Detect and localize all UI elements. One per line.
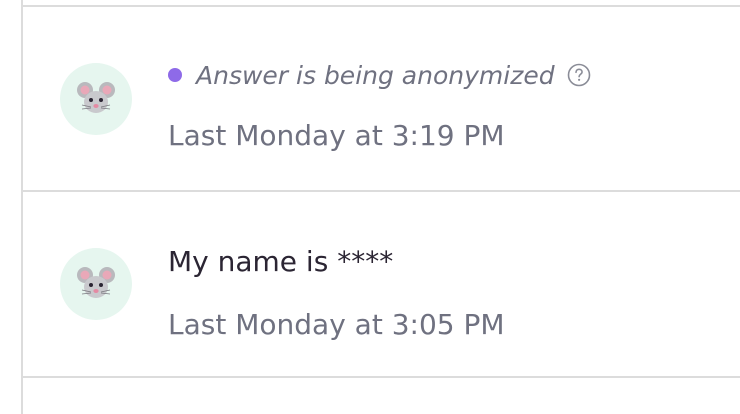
status-line: Answer is being anonymized [168, 57, 591, 93]
status-dot-icon [168, 68, 182, 82]
feed-entry: Answer is being anonymized Last Monday a… [23, 7, 740, 191]
feed-divider-bottom [23, 376, 740, 378]
entry-content: Answer is being anonymized Last Monday a… [168, 57, 591, 153]
activity-feed: Answer is being anonymized Last Monday a… [0, 0, 740, 414]
mouse-icon [77, 82, 115, 113]
status-text: Answer is being anonymized [196, 60, 555, 90]
mouse-icon [77, 267, 115, 298]
entry-timestamp: Last Monday at 3:05 PM [168, 308, 505, 341]
feed-entry: My name is **** Last Monday at 3:05 PM [23, 192, 740, 376]
entry-content: My name is **** Last Monday at 3:05 PM [168, 242, 505, 342]
entry-message: My name is **** [168, 245, 394, 278]
entry-timestamp: Last Monday at 3:19 PM [168, 119, 505, 152]
avatar [60, 248, 132, 320]
avatar [60, 63, 132, 135]
help-icon[interactable] [567, 63, 591, 87]
